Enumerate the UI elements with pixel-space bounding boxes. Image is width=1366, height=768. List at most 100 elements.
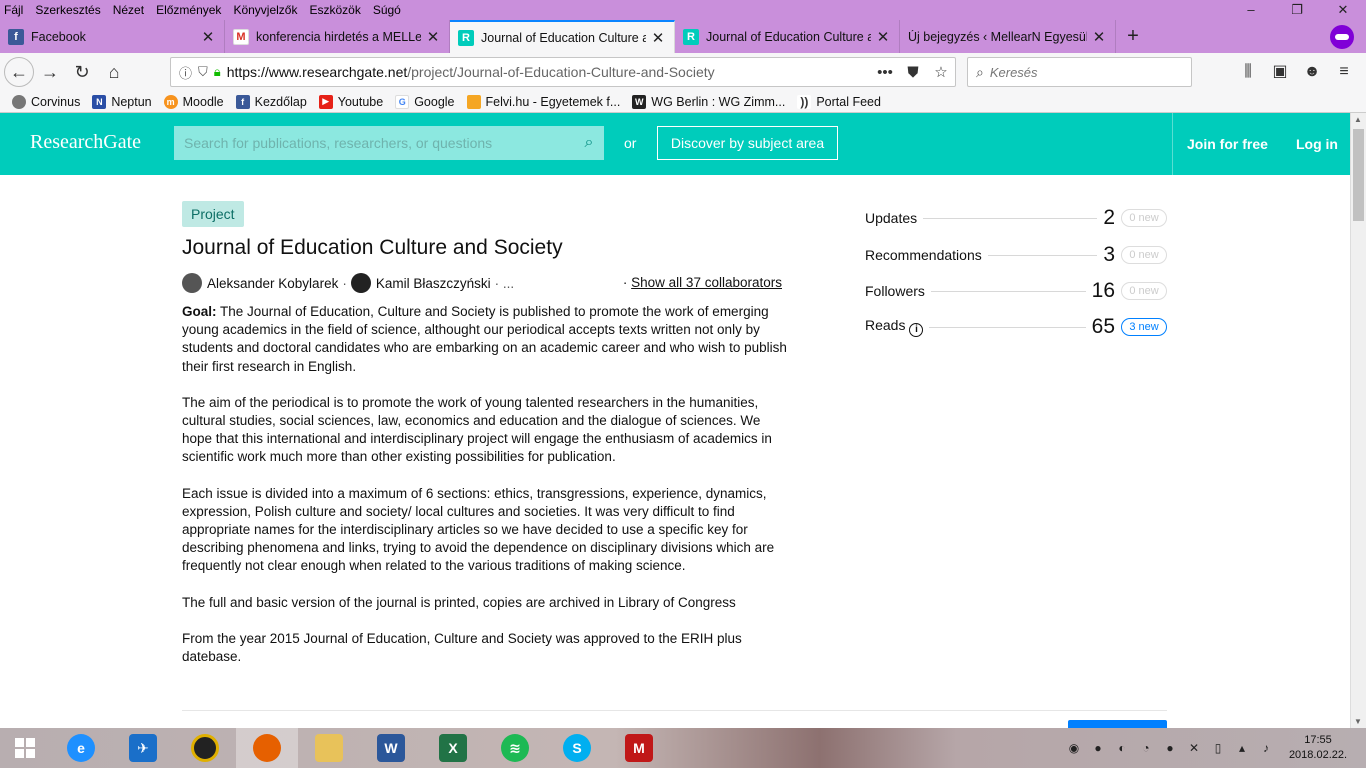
bookmark-neptun[interactable]: N Neptun <box>92 94 152 109</box>
url-bar[interactable]: ⓘ ⛉ 🔒︎ https://www.researchgate.net/proj… <box>170 57 956 87</box>
show-all-collaborators: · Show all 37 collaborators <box>623 275 782 290</box>
library-icon[interactable]: ⫼ <box>1232 57 1264 87</box>
shield-icon[interactable]: ⛉ <box>198 64 208 80</box>
bookmark-portal-feed[interactable]: )) Portal Feed <box>797 94 881 109</box>
taskbar-clock[interactable]: 17:55 2018.02.22. <box>1286 733 1350 763</box>
menu-edit[interactable]: Szerkesztés <box>29 3 106 17</box>
goal-label: Goal: <box>182 304 217 319</box>
forward-icon[interactable]: → <box>34 57 66 87</box>
taskbar-mcafee[interactable]: M <box>608 728 670 768</box>
tab-gmail[interactable]: M konferencia hirdetés a MELLearN ✕ <box>225 20 450 53</box>
volume-icon[interactable]: ♪ <box>1254 741 1278 755</box>
menu-view[interactable]: Nézet <box>107 3 150 17</box>
avatar[interactable] <box>182 273 202 293</box>
sidebar-icon[interactable]: ▣ <box>1264 57 1296 87</box>
close-tab-icon[interactable]: ✕ <box>650 29 666 47</box>
lock-icon[interactable]: 🔒︎ <box>214 64 221 80</box>
info-icon[interactable]: i <box>909 323 924 337</box>
tray-app-icon[interactable]: ◉ <box>1062 741 1086 755</box>
stat-new-badge: 0 new <box>1121 282 1167 300</box>
url-path: /project/Journal-of-Education-Culture-an… <box>407 64 715 80</box>
url-text[interactable]: https://www.researchgate.net/project/Jou… <box>227 64 871 80</box>
search-engine-icon[interactable]: ⌕ <box>976 64 984 81</box>
excel-icon: X <box>439 734 467 762</box>
close-window-button[interactable]: ✕ <box>1320 0 1366 20</box>
menu-history[interactable]: Előzmények <box>150 3 227 17</box>
scroll-up-icon[interactable]: ▲ <box>1354 115 1362 124</box>
tray-app-icon[interactable]: ◔ <box>1134 741 1158 755</box>
taskbar-file-explorer[interactable] <box>298 728 360 768</box>
close-tab-icon[interactable]: ✕ <box>425 28 441 46</box>
close-tab-icon[interactable]: ✕ <box>1091 28 1107 46</box>
stat-label: Followers <box>865 283 925 299</box>
taskbar-excel[interactable]: X <box>422 728 484 768</box>
close-tab-icon[interactable]: ✕ <box>200 28 216 46</box>
author-name[interactable]: Kamil Błaszczyński <box>376 276 491 291</box>
url-actions: ••• ⛊ ☆ <box>871 63 955 82</box>
page-actions-icon[interactable]: ••• <box>871 64 899 81</box>
bookmark-moodle[interactable]: m Moodle <box>163 94 224 109</box>
tab-researchgate-active[interactable]: R Journal of Education Culture and Socie… <box>450 20 675 53</box>
discover-subject-button[interactable]: Discover by subject area <box>657 126 838 160</box>
taskbar-internet-explorer[interactable]: e <box>50 728 112 768</box>
stat-label: Updates <box>865 210 918 226</box>
tray-app-icon[interactable]: ✕ <box>1182 741 1206 755</box>
minimize-button[interactable]: – <box>1228 0 1274 20</box>
log-in-link[interactable]: Log in <box>1296 136 1338 152</box>
scroll-down-icon[interactable]: ▼ <box>1354 717 1362 726</box>
hamburger-menu-icon[interactable]: ≡ <box>1328 57 1360 87</box>
scrollbar-thumb[interactable] <box>1353 129 1364 221</box>
bookmark-wg-berlin[interactable]: W WG Berlin : WG Zimm... <box>632 94 785 109</box>
pocket-icon[interactable]: ⛊ <box>899 64 927 81</box>
page-scrollbar[interactable]: ▲ ▼ <box>1350 113 1366 728</box>
tab-researchgate[interactable]: R Journal of Education Culture and Socie… <box>675 20 900 53</box>
menu-help[interactable]: Súgó <box>367 3 407 17</box>
network-icon[interactable]: ▴ <box>1230 741 1254 755</box>
author-name[interactable]: Aleksander Kobylarek <box>207 276 338 291</box>
show-all-collaborators-link[interactable]: Show all 37 collaborators <box>631 275 782 290</box>
start-button[interactable] <box>0 728 50 768</box>
search-bar[interactable]: ⌕ Keresés <box>967 57 1192 87</box>
bookmark-youtube[interactable]: ▶ Youtube <box>318 94 383 109</box>
taskbar-word[interactable]: W <box>360 728 422 768</box>
tray-app-icon[interactable]: ● <box>1086 741 1110 755</box>
researchgate-logo[interactable]: ResearchGate <box>30 131 141 154</box>
bookmark-kezdolap[interactable]: f Kezdőlap <box>235 94 307 109</box>
bookmark-google[interactable]: G Google <box>395 94 455 109</box>
home-icon[interactable]: ⌂ <box>98 57 130 87</box>
bookmark-star-icon[interactable]: ☆ <box>927 63 955 81</box>
researchgate-icon: R <box>683 28 699 45</box>
search-icon[interactable]: ⌕ <box>574 134 604 152</box>
taskbar-skype[interactable]: S <box>546 728 608 768</box>
menu-bookmarks[interactable]: Könyvjelzők <box>227 3 303 17</box>
menu-tools[interactable]: Eszközök <box>303 3 366 17</box>
tray-app-icon[interactable]: ▯ <box>1206 741 1230 755</box>
back-icon[interactable]: ← <box>4 57 34 87</box>
goal-text: The Journal of Education, Culture and So… <box>182 304 787 374</box>
join-for-free-link[interactable]: Join for free <box>1187 136 1268 152</box>
rg-search-input[interactable]: Search for publications, researchers, or… <box>174 126 604 160</box>
avatar[interactable] <box>350 273 371 293</box>
follow-button[interactable] <box>1068 720 1167 728</box>
taskbar-app[interactable]: ✈ <box>112 728 174 768</box>
tray-app-icon[interactable]: ● <box>1158 741 1182 755</box>
researchgate-header: ResearchGate Search for publications, re… <box>0 113 1350 175</box>
taskbar-spotify[interactable]: ≋ <box>484 728 546 768</box>
tray-app-icon[interactable]: ◐ <box>1110 741 1134 755</box>
extension-icon[interactable]: ☻ <box>1296 57 1328 87</box>
new-tab-button[interactable]: + <box>1116 20 1150 53</box>
close-tab-icon[interactable]: ✕ <box>875 28 891 46</box>
taskbar-media[interactable] <box>174 728 236 768</box>
reload-icon[interactable]: ↻ <box>66 57 98 87</box>
info-icon[interactable]: ⓘ <box>179 63 192 82</box>
tab-wordpress[interactable]: Új bejegyzés ‹ MellearN Egyesület — ✕ <box>900 20 1116 53</box>
stat-label-text: Reads <box>865 317 906 333</box>
tab-title: konferencia hirdetés a MELLearN <box>256 29 421 44</box>
bookmark-felvi[interactable]: Felvi.hu - Egyetemek f... <box>466 94 620 109</box>
bookmark-corvinus[interactable]: Corvinus <box>12 94 80 109</box>
taskbar-firefox[interactable] <box>236 728 298 768</box>
stat-label: Recommendations <box>865 247 982 263</box>
restore-button[interactable]: ❐ <box>1274 0 1320 20</box>
menu-file[interactable]: Fájl <box>0 3 29 17</box>
tab-facebook[interactable]: f Facebook ✕ <box>0 20 225 53</box>
